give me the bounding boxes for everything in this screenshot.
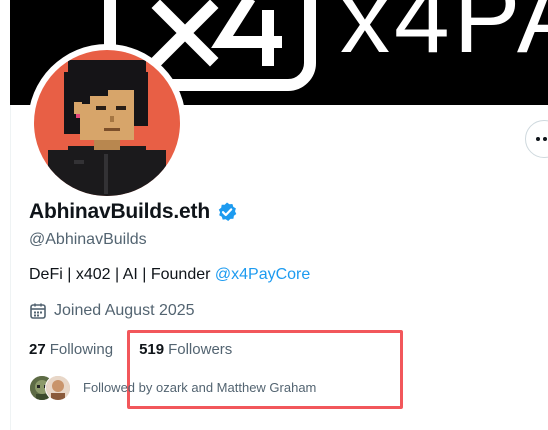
followed-by-row[interactable]: Followed by ozark and Matthew Graham — [29, 374, 317, 401]
verified-badge-icon[interactable] — [216, 201, 238, 223]
pixel-avatar-icon — [48, 60, 166, 196]
more-options-button[interactable] — [525, 120, 548, 158]
more-options-icon — [536, 137, 548, 141]
column-border — [10, 105, 11, 430]
bio: DeFi | x402 | AI | Founder @x4PayCore — [29, 266, 310, 284]
display-name: AbhinavBuilds.eth — [29, 200, 210, 223]
following-count: 27 — [29, 341, 46, 358]
following-label: Following — [49, 341, 114, 358]
calendar-icon — [30, 303, 46, 319]
joined-date: Joined August 2025 — [29, 302, 195, 320]
joined-label: Joined August 2025 — [54, 302, 195, 319]
handle: @AbhinavBuilds — [29, 231, 147, 248]
following-link[interactable]: 27 Following — [29, 341, 113, 358]
followed-by-text: Followed by ozark and Matthew Graham — [83, 379, 317, 395]
bio-mention-link[interactable]: @x4PayCore — [215, 266, 310, 283]
bio-text: DeFi | x402 | AI | Founder — [29, 266, 215, 283]
banner-text: x4PA — [340, 0, 548, 74]
follower-avatars — [29, 374, 73, 401]
avatar[interactable] — [34, 50, 180, 196]
follower-avatar-matthew-graham — [45, 375, 71, 401]
profile-page: x4P AbhinavBuilds.eth @AbhinavBuilds DeF… — [0, 0, 548, 430]
name-row: AbhinavBuilds.eth — [29, 200, 238, 224]
